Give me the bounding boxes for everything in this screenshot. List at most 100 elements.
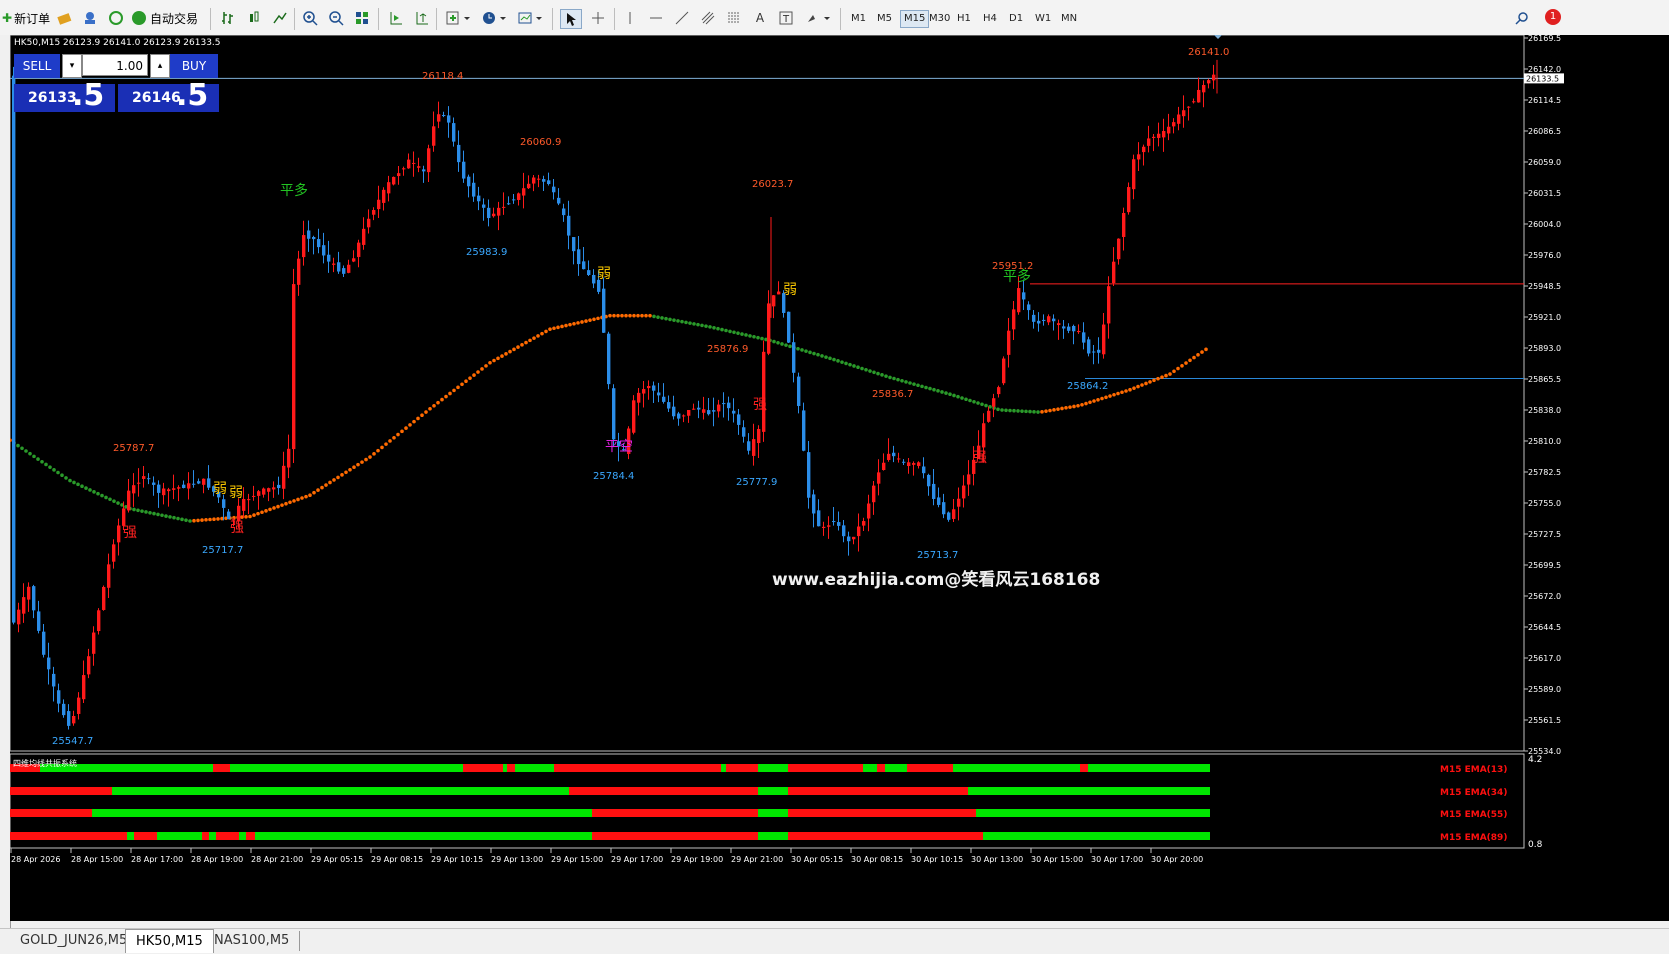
text-icon[interactable]: A <box>750 9 770 27</box>
candle-body <box>192 483 196 485</box>
bar-chart-icon[interactable] <box>218 9 238 27</box>
auto-scroll-icon[interactable] <box>386 9 406 27</box>
candle-body <box>577 249 581 265</box>
auto-trading-button[interactable]: 自动交易 <box>132 7 198 29</box>
ema-dot <box>1024 409 1028 414</box>
indicators-icon[interactable] <box>444 9 472 27</box>
tab-gold[interactable]: GOLD_JUN26,M5 <box>10 931 139 951</box>
ema-dot <box>16 443 20 448</box>
sell-price-box[interactable]: 26133 .5 <box>14 78 115 113</box>
ema-dot <box>892 376 896 381</box>
indicator-segment <box>507 764 515 772</box>
candle-body <box>422 169 426 172</box>
timeframe-mn-button[interactable]: MN <box>1058 11 1080 27</box>
candle-body <box>887 453 891 460</box>
crosshair-icon[interactable] <box>588 9 608 27</box>
candle-body <box>1032 314 1036 322</box>
candle-body <box>1082 332 1086 343</box>
ema-dot <box>480 367 484 371</box>
ema-dot <box>1152 378 1156 383</box>
indicator-segment <box>877 764 885 772</box>
periods-icon[interactable] <box>480 9 508 27</box>
candle-body <box>867 503 871 519</box>
templates-icon[interactable] <box>516 9 544 27</box>
buy-button[interactable]: BUY <box>170 54 218 78</box>
ema-dot <box>1084 401 1088 406</box>
candle-body <box>832 521 836 523</box>
ema-dot <box>180 517 184 522</box>
timeframe-m30-button[interactable]: M30 <box>926 11 953 27</box>
zoom-in-icon[interactable] <box>300 9 320 27</box>
timeframe-m15-button[interactable]: M15 <box>900 10 930 28</box>
candle-body <box>1072 325 1076 332</box>
candle-body <box>82 675 86 700</box>
volume-input[interactable]: 1.00 <box>82 54 148 76</box>
data-window-icon[interactable] <box>80 9 100 27</box>
timeframe-m5-button[interactable]: M5 <box>874 11 895 27</box>
candle-body <box>657 392 661 396</box>
ema-dot <box>692 322 696 326</box>
ema-dot <box>876 371 880 376</box>
time-axis-label: 29 Apr 08:15 <box>371 855 423 864</box>
arrows-icon[interactable] <box>804 9 832 27</box>
candle-body <box>532 177 536 184</box>
ema-dot <box>824 355 828 359</box>
vertical-line-icon[interactable] <box>620 9 640 27</box>
separator <box>294 8 295 30</box>
fibonacci-icon[interactable] <box>724 9 744 27</box>
chart-shift-icon[interactable] <box>412 9 432 27</box>
timeframe-w1-button[interactable]: W1 <box>1032 11 1054 27</box>
notification-badge[interactable]: 1 <box>1545 9 1561 25</box>
market-watch-icon[interactable] <box>54 9 74 27</box>
ema-dot <box>592 317 596 322</box>
candle-body <box>467 176 471 187</box>
ema-dot <box>628 313 632 318</box>
candle-body <box>387 182 391 194</box>
horizontal-line-icon[interactable] <box>646 9 666 27</box>
ema-dot <box>888 375 892 380</box>
buy-price-box[interactable]: 26146 .5 <box>118 78 219 113</box>
channel-icon[interactable] <box>698 9 718 27</box>
ema-dot <box>944 391 948 395</box>
line-chart-icon[interactable] <box>270 9 290 27</box>
volume-down-icon[interactable]: ▾ <box>62 54 82 78</box>
sell-button[interactable]: SELL <box>14 54 60 78</box>
navigator-icon[interactable] <box>106 9 126 27</box>
ema-dot <box>96 491 100 496</box>
timeframe-h4-button[interactable]: H4 <box>980 11 1000 27</box>
indicator-segment <box>503 764 507 772</box>
candle-body <box>717 404 721 412</box>
trendline-icon[interactable] <box>672 9 692 27</box>
candle-body <box>1012 309 1016 330</box>
candle-body <box>667 402 671 409</box>
candlestick-icon[interactable] <box>244 9 264 27</box>
price-annotation: 25864.2 <box>1067 381 1108 392</box>
candle-body <box>767 303 771 354</box>
timeframe-h1-button[interactable]: H1 <box>954 11 974 27</box>
tab-nas100[interactable]: NAS100,M5 <box>204 931 301 951</box>
zoom-out-icon[interactable] <box>326 9 346 27</box>
candle-body <box>177 487 181 489</box>
ema-dot <box>364 457 368 462</box>
ema-dot <box>456 385 460 390</box>
volume-up-icon[interactable]: ▴ <box>150 54 170 78</box>
tile-windows-icon[interactable] <box>352 9 372 27</box>
text-label-icon[interactable]: T <box>776 9 796 27</box>
ema-dot <box>856 365 860 370</box>
cursor-icon[interactable] <box>560 9 582 29</box>
timeframe-m1-button[interactable]: M1 <box>848 11 869 27</box>
new-order-button[interactable]: ✚ 新订单 <box>2 7 50 29</box>
ema-dot <box>244 515 248 519</box>
ema-dot <box>952 393 956 398</box>
timeframe-d1-button[interactable]: D1 <box>1006 11 1026 27</box>
chart-window[interactable]: 26118.4 26060.9 26023.7 26141.0 25951.2 25787… <box>8 33 1669 921</box>
candle-body <box>1097 349 1101 353</box>
search-icon[interactable] <box>1512 9 1532 27</box>
price-chart[interactable]: 26118.426060.926023.726141.025951.225787… <box>8 33 1669 921</box>
ema-dot <box>72 480 76 485</box>
ema-dot <box>828 356 832 361</box>
ema-dot <box>488 361 492 365</box>
ema-dot <box>968 398 972 403</box>
tab-hk50[interactable]: HK50,M15 <box>125 929 214 953</box>
ema-dot <box>552 326 556 331</box>
